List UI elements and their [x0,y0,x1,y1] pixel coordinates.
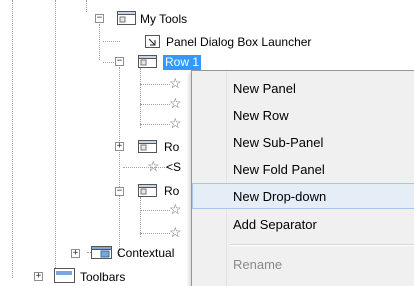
tree-item-panel-dialog-launcher[interactable]: Panel Dialog Box Launcher [166,35,311,50]
command-star-icon: ☆ [169,115,182,131]
collapse-toggle[interactable]: − [115,57,124,66]
tree-item-row-1[interactable]: Row 1 [163,55,202,70]
tree-item-separator[interactable]: <S [166,160,181,175]
tree-connector [140,104,170,105]
menu-item-label: New Fold Panel [233,162,325,177]
tree-item-contextual[interactable]: Contextual [117,246,174,261]
menu-item-label: New Sub-Panel [233,135,324,150]
row-icon [138,55,157,68]
tree-connector [140,233,170,234]
command-star-icon: ☆ [169,224,182,240]
menu-item-label: New Drop-down [233,189,327,204]
contextual-tabs-icon [91,246,112,259]
tree-connector [140,68,141,128]
menu-item-new-fold-panel[interactable]: New Fold Panel [192,156,414,182]
tree-connector [123,167,169,168]
tree-connector [103,62,114,63]
menu-item-new-panel[interactable]: New Panel [192,75,414,101]
panel-icon [117,11,136,25]
collapse-toggle[interactable]: − [115,187,124,196]
command-star-icon: ☆ [169,201,182,217]
tree-connector [119,67,120,257]
tree-connector [140,124,170,125]
menu-item-label: New Row [233,108,289,123]
tree-connector [12,0,13,278]
command-star-icon: ☆ [169,75,182,91]
tree-connector [103,41,120,42]
tree-connector [86,0,87,12]
launcher-icon [145,35,160,48]
tree-item-my-tools[interactable]: My Tools [140,12,187,27]
tree-item-row[interactable]: Ro [164,140,179,155]
menu-separator [230,244,414,246]
command-star-icon: ☆ [169,95,182,111]
tree-connector [140,197,141,237]
row-icon [138,184,157,197]
tree-connector [55,0,56,278]
menu-item-label: Rename [233,257,283,272]
menu-item-new-drop-down[interactable]: New Drop-down [192,183,414,209]
expand-toggle[interactable]: + [34,272,43,281]
menu-item-rename[interactable]: Rename [192,251,414,277]
menu-item-label: New Panel [233,81,296,96]
row-icon [138,140,157,153]
expand-toggle[interactable]: + [71,249,80,258]
collapse-toggle[interactable]: − [95,14,104,23]
menu-item-label: Add Separator [233,217,317,232]
menu-item-new-row[interactable]: New Row [192,102,414,128]
tree-item-row[interactable]: Ro [164,184,179,199]
menu-item-add-separator[interactable]: Add Separator [192,211,414,237]
expand-toggle[interactable]: + [115,142,124,151]
tree-connector [140,84,170,85]
menu-item-new-sub-panel[interactable]: New Sub-Panel [192,129,414,155]
command-star-icon: ☆ [147,158,160,174]
tree-connector [140,210,170,211]
context-menu: New Panel New Row New Sub-Panel New Fold… [191,70,414,286]
tree-connector [99,24,100,60]
toolbars-icon [54,268,75,283]
